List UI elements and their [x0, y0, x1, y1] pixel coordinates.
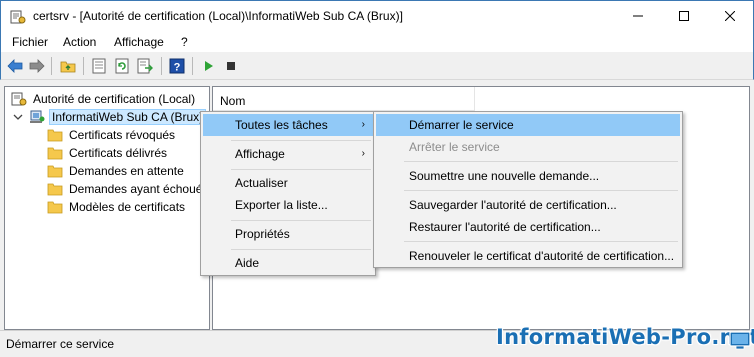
status-text: Démarrer ce service [6, 337, 115, 351]
all-tasks-submenu: Démarrer le service Arrêter le service S… [373, 111, 683, 268]
close-button[interactable] [707, 1, 753, 31]
back-arrow-icon[interactable] [6, 57, 24, 75]
start-service-icon[interactable] [199, 57, 217, 75]
tree-item-label: Certificats révoqués [69, 128, 176, 142]
title-bar: certsrv - [Autorité de certification (Lo… [0, 0, 754, 32]
context-menu: Toutes les tâches › Affichage › Actualis… [200, 111, 376, 276]
chevron-down-icon[interactable] [13, 112, 23, 122]
chevron-right-icon: › [361, 119, 365, 130]
tree-item-revoked[interactable]: Certificats révoqués [47, 126, 175, 144]
folder-icon [47, 183, 63, 196]
ctx-view[interactable]: Affichage › [203, 143, 373, 165]
ctx-help[interactable]: Aide [203, 252, 373, 274]
ca-server-icon [30, 110, 45, 123]
tree-node-ca[interactable]: InformatiWeb Sub CA (Brux) [13, 108, 207, 126]
close-icon [725, 11, 735, 21]
tree-node-ca-label: InformatiWeb Sub CA (Brux) [49, 109, 207, 125]
sub-submit-request[interactable]: Soumettre une nouvelle demande... [376, 165, 680, 187]
tree-item-label: Modèles de certificats [69, 200, 186, 214]
folder-icon [47, 201, 63, 214]
tree-item-failed[interactable]: Demandes ayant échoué [47, 180, 202, 198]
folder-icon [47, 147, 63, 160]
certsrv-app-icon [10, 10, 26, 24]
ctx-export-list[interactable]: Exporter la liste... [203, 194, 373, 216]
minimize-button[interactable] [615, 1, 661, 31]
stop-service-icon[interactable] [222, 57, 240, 75]
sub-backup-ca[interactable]: Sauvegarder l'autorité de certification.… [376, 194, 680, 216]
tree-root-label: Autorité de certification (Local) [33, 92, 196, 106]
tree-item-label: Certificats délivrés [69, 146, 168, 160]
sub-stop-service: Arrêter le service [409, 140, 500, 154]
menu-action[interactable]: Action [63, 35, 96, 49]
maximize-button[interactable] [661, 1, 707, 31]
minimize-icon [633, 15, 643, 17]
menu-file[interactable]: Fichier [12, 35, 48, 49]
sub-renew-ca-cert[interactable]: Renouveler le certificat d'autorité de c… [376, 245, 680, 267]
tree-item-pending[interactable]: Demandes en attente [47, 162, 184, 180]
tree-item-label: Demandes ayant échoué [69, 182, 203, 196]
ctx-view-label: Affichage [235, 147, 285, 161]
ctx-refresh[interactable]: Actualiser [203, 172, 373, 194]
svg-text:?: ? [174, 62, 181, 74]
export-list-icon[interactable] [136, 57, 154, 75]
help-icon[interactable]: ? [168, 57, 186, 75]
ctx-all-tasks[interactable]: Toutes les tâches › [203, 114, 373, 136]
refresh-icon[interactable] [113, 57, 131, 75]
menu-help[interactable]: ? [181, 35, 188, 49]
watermark-text: InformatiWeb-Pro.net [496, 325, 754, 349]
folder-icon [47, 129, 63, 142]
up-folder-icon[interactable] [59, 57, 77, 75]
chevron-right-icon: › [361, 148, 365, 159]
window-title: certsrv - [Autorité de certification (Lo… [33, 9, 403, 23]
menu-view[interactable]: Affichage [114, 35, 164, 49]
properties-icon[interactable] [90, 57, 108, 75]
forward-arrow-icon[interactable] [28, 57, 46, 75]
maximize-icon [679, 11, 689, 21]
menu-bar: Fichier Action Affichage ? [0, 32, 754, 52]
sub-restore-ca[interactable]: Restaurer l'autorité de certification... [376, 216, 680, 238]
toolbar: ? [0, 52, 754, 80]
folder-icon [47, 165, 63, 178]
tree-root[interactable]: Autorité de certification (Local) [11, 90, 195, 108]
ctx-all-tasks-label: Toutes les tâches [235, 118, 328, 132]
certification-authority-icon [11, 92, 27, 106]
sub-start-service[interactable]: Démarrer le service [376, 114, 680, 136]
console-tree: Autorité de certification (Local) Inform… [4, 86, 210, 330]
tree-item-label: Demandes en attente [69, 164, 184, 178]
ctx-properties[interactable]: Propriétés [203, 223, 373, 245]
column-header-name[interactable]: Nom [213, 87, 475, 111]
watermark-logo-icon [729, 331, 751, 350]
tree-item-templates[interactable]: Modèles de certificats [47, 198, 185, 216]
tree-item-issued[interactable]: Certificats délivrés [47, 144, 167, 162]
